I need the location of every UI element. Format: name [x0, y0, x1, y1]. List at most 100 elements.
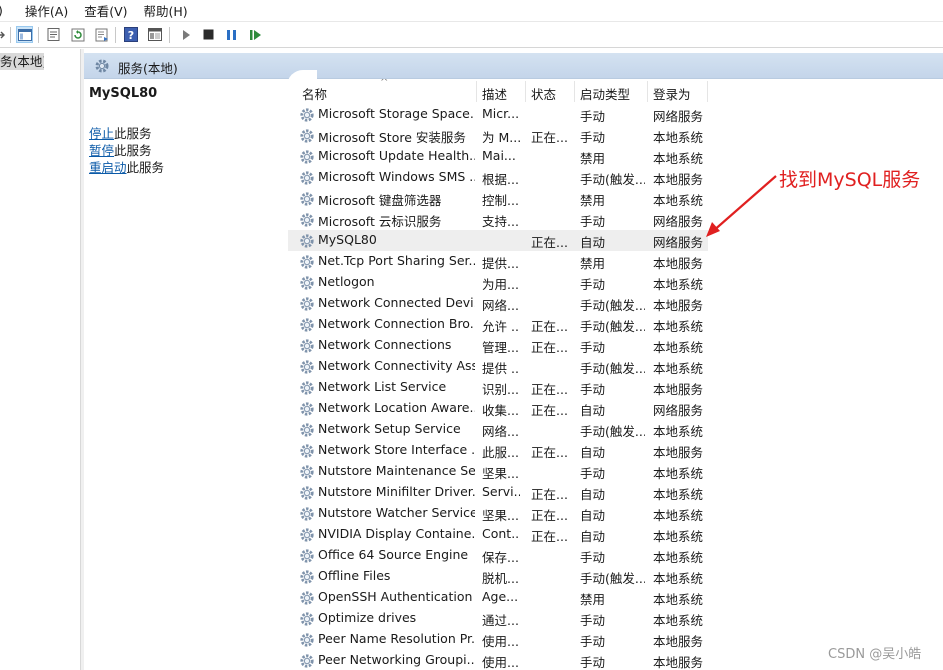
table-row[interactable]: Network Connection Bro... 允许 ... 正在... 手动(触…: [288, 314, 708, 335]
column-header-name[interactable]: 名称: [302, 84, 327, 103]
description-cell: 提供...: [482, 256, 519, 271]
startup-type-cell: 手动: [580, 466, 606, 481]
logon-as-cell: 本地系统: [653, 319, 704, 334]
table-row[interactable]: Netlogon 为用... 手动 本地系统: [288, 272, 708, 293]
restart-service-icon[interactable]: [247, 26, 264, 43]
service-gear-icon: [299, 338, 315, 354]
table-row[interactable]: Network Location Aware... 收集... 正在... 自动 网络服…: [288, 398, 708, 419]
logon-as-cell: 本地服务: [653, 445, 704, 460]
table-row[interactable]: Network Connections 管理... 正在... 手动 本地系统: [288, 335, 708, 356]
table-row[interactable]: Peer Networking Groupi... 使用... 手动 本地服务: [288, 650, 708, 670]
column-header-description[interactable]: 描述: [482, 84, 507, 103]
properties-icon[interactable]: [45, 26, 62, 43]
pause-service-link[interactable]: 暂停: [89, 143, 114, 158]
startup-type-cell: 手动(触发...: [580, 361, 645, 376]
menu-view[interactable]: 查看(V): [84, 1, 127, 20]
list-header: ^ 名称 描述 状态 启动类型 登录为: [288, 79, 943, 104]
table-row[interactable]: Net.Tcp Port Sharing Ser... 提供... 禁用 本地服务: [288, 251, 708, 272]
menu-help[interactable]: 帮助(H): [144, 1, 188, 20]
forward-icon[interactable]: [0, 26, 9, 43]
stop-service-link[interactable]: 停止: [89, 126, 114, 141]
status-cell: 正在...: [531, 508, 567, 523]
service-gear-icon: [299, 233, 315, 249]
description-cell: 控制...: [482, 193, 519, 208]
status-cell: 正在...: [531, 340, 567, 355]
table-row[interactable]: Office 64 Source Engine 保存... 手动 本地系统: [288, 545, 708, 566]
sort-ascending-icon: ^: [380, 79, 389, 88]
service-name-cell: Network Connections: [318, 337, 452, 352]
status-cell: 正在...: [531, 235, 567, 250]
table-row[interactable]: NVIDIA Display Containe... Cont... 正在... 自动…: [288, 524, 708, 545]
table-row[interactable]: Offline Files 脱机... 手动(触发... 本地系统: [288, 566, 708, 587]
table-row[interactable]: Network List Service 识别... 正在... 手动 本地服务: [288, 377, 708, 398]
startup-type-cell: 自动: [580, 403, 606, 418]
column-divider[interactable]: [647, 81, 648, 102]
table-row[interactable]: Nutstore Maintenance Se... 坚果... 手动 本地系统: [288, 461, 708, 482]
description-cell: Servi...: [482, 484, 520, 499]
service-gear-icon: [299, 632, 315, 648]
start-service-icon[interactable]: [177, 26, 194, 43]
table-row[interactable]: Microsoft Windows SMS ... 根据... 手动(触发... 本地…: [288, 167, 708, 188]
console-view-icon[interactable]: [146, 26, 163, 43]
column-header-logon-as[interactable]: 登录为: [653, 84, 691, 103]
service-gear-icon: [299, 170, 315, 186]
service-name-cell: Peer Name Resolution Pr...: [318, 631, 475, 646]
column-divider[interactable]: [707, 81, 708, 102]
service-gear-icon: [299, 128, 315, 144]
action-suffix: 此服务: [114, 143, 152, 158]
table-row[interactable]: OpenSSH Authentication ... Age... 禁用 本地系统: [288, 587, 708, 608]
menu-partial-item[interactable]: ): [0, 3, 3, 18]
table-row[interactable]: Microsoft 云标识服务 支持... 手动 网络服务: [288, 209, 708, 230]
table-row[interactable]: Nutstore Minifilter Driver... Servi... 正在.…: [288, 482, 708, 503]
service-gear-icon: [299, 107, 315, 123]
service-gear-icon: [299, 317, 315, 333]
export-list-icon[interactable]: [93, 26, 110, 43]
services-header-band: 服务(本地): [84, 53, 943, 79]
column-header-status[interactable]: 状态: [531, 84, 556, 103]
startup-type-cell: 禁用: [580, 151, 606, 166]
service-gear-icon: [299, 401, 315, 417]
table-row[interactable]: Optimize drives 通过... 手动 本地系统: [288, 608, 708, 629]
logon-as-cell: 本地系统: [653, 508, 704, 523]
table-row[interactable]: Microsoft Update Health... Mai... 禁用 本地系统: [288, 146, 708, 167]
table-row[interactable]: Microsoft Storage Space... Micr... 手动 网络服务: [288, 104, 708, 125]
startup-type-cell: 手动(触发...: [580, 298, 645, 313]
console-tree-pane: 务(本地): [0, 49, 81, 670]
table-row[interactable]: Nutstore Watcher Service 坚果... 正在... 自动 本地系统: [288, 503, 708, 524]
table-row[interactable]: Peer Name Resolution Pr... 使用... 手动 本地服务: [288, 629, 708, 650]
tree-item-services-local[interactable]: 务(本地): [0, 53, 44, 70]
column-divider[interactable]: [574, 81, 575, 102]
startup-type-cell: 手动: [580, 613, 606, 628]
table-row[interactable]: Network Setup Service 网络... 手动(触发... 本地系统: [288, 419, 708, 440]
restart-service-link[interactable]: 重启动: [89, 160, 127, 175]
help-icon[interactable]: ?: [122, 26, 139, 43]
table-row[interactable]: Network Connectivity Ass... 提供 ... 手动(触发..…: [288, 356, 708, 377]
startup-type-cell: 手动: [580, 109, 606, 124]
refresh-icon[interactable]: [69, 26, 86, 43]
show-hide-console-tree-icon[interactable]: [16, 26, 33, 43]
service-gear-icon: [299, 359, 315, 375]
service-name-cell: Network Connection Bro...: [318, 316, 475, 331]
menu-action[interactable]: 操作(A): [25, 1, 68, 20]
startup-type-cell: 禁用: [580, 592, 606, 607]
startup-type-cell: 手动: [580, 550, 606, 565]
service-name-cell: Microsoft 键盘筛选器: [318, 193, 442, 208]
stop-service-icon[interactable]: [200, 26, 217, 43]
logon-as-cell: 网络服务: [653, 109, 704, 124]
column-divider[interactable]: [476, 81, 477, 102]
service-gear-icon: [299, 149, 315, 165]
logon-as-cell: 本地系统: [653, 529, 704, 544]
table-row[interactable]: Network Connected Devi... 网络... 手动(触发... 本地…: [288, 293, 708, 314]
pause-service-icon[interactable]: [223, 26, 240, 43]
table-row[interactable]: Microsoft 键盘筛选器 控制... 禁用 本地系统: [288, 188, 708, 209]
status-cell: 正在...: [531, 403, 567, 418]
service-name-cell: Network Store Interface ...: [318, 442, 475, 457]
table-row[interactable]: MySQL80 正在... 自动 网络服务: [288, 230, 708, 251]
column-divider[interactable]: [525, 81, 526, 102]
description-cell: 此服...: [482, 445, 519, 460]
column-header-startup-type[interactable]: 启动类型: [580, 84, 630, 103]
description-cell: 允许 ...: [482, 319, 520, 334]
table-row[interactable]: Network Store Interface ... 此服... 正在... 自动 本…: [288, 440, 708, 461]
status-cell: 正在...: [531, 487, 567, 502]
table-row[interactable]: Microsoft Store 安装服务 为 M... 正在... 手动 本地系统: [288, 125, 708, 146]
